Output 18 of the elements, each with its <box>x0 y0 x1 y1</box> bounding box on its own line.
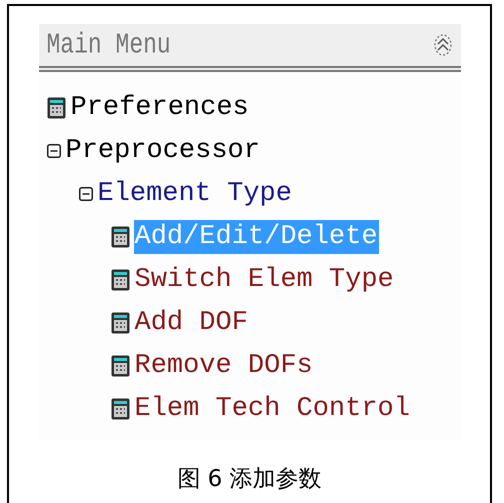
figure-caption: 图 6 添加参数 <box>177 465 322 494</box>
menu-item[interactable]: Preferences <box>70 90 250 124</box>
collapse-icon[interactable] <box>432 33 452 57</box>
menu-item[interactable]: Remove DOFs <box>134 348 314 382</box>
calculator-icon <box>46 96 66 118</box>
collapse-icon[interactable] <box>78 186 92 200</box>
calculator-icon <box>110 354 130 376</box>
calculator-icon <box>110 312 130 334</box>
menu-item[interactable]: Elem Tech Control <box>134 392 411 426</box>
panel-title: Main Menu <box>46 27 171 63</box>
calculator-icon <box>110 268 130 290</box>
menu-item[interactable]: Element Type <box>96 176 293 210</box>
menu-item[interactable]: Preprocessor <box>64 134 261 168</box>
calculator-icon <box>110 226 130 248</box>
menu-item[interactable]: Add DOF <box>134 306 249 340</box>
calculator-icon <box>110 398 130 420</box>
menu-item[interactable]: Switch Elem Type <box>134 262 395 296</box>
collapse-icon[interactable] <box>46 144 60 158</box>
